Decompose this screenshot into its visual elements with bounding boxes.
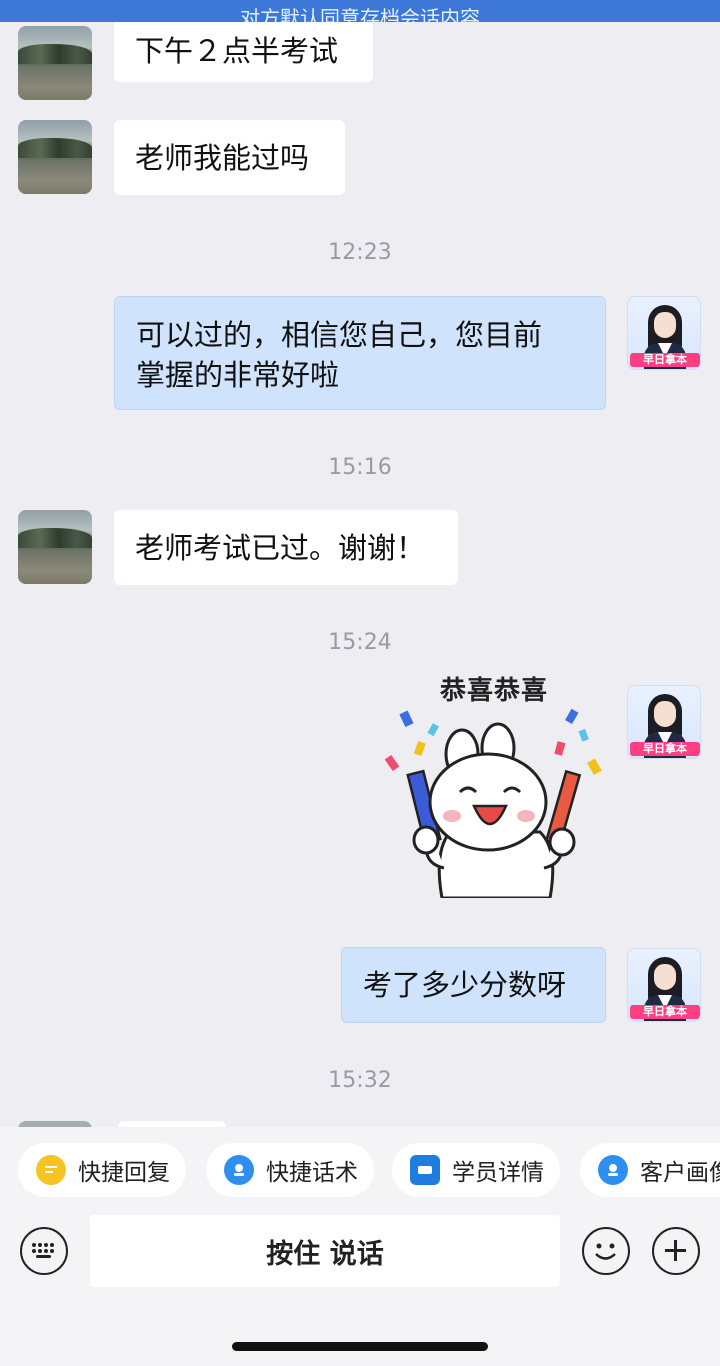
message-text-line: 掌握的非常好啦 — [136, 358, 340, 392]
student-detail-chip[interactable]: 学员详情 — [392, 1143, 560, 1197]
message-bubble[interactable]: 考了多少分数呀 — [341, 947, 606, 1023]
sticker-caption: 恭喜恭喜 — [440, 676, 549, 706]
chip-label: 快捷回复 — [78, 1160, 170, 1186]
avatar-tag: 早日拿本 — [630, 742, 700, 756]
chip-label: 客户画像 — [640, 1160, 720, 1186]
contact-avatar[interactable] — [18, 26, 92, 100]
emoji-icon — [595, 1243, 616, 1260]
contact-avatar[interactable] — [18, 510, 92, 584]
message-text-line: 可以过的，相信您自己，您目前 — [136, 318, 543, 352]
input-row: 按住 说话 — [0, 1215, 720, 1287]
keyboard-icon — [32, 1243, 54, 1258]
message-text: 老师考试已过。谢谢！ — [135, 530, 426, 565]
avatar-tag: 早日拿本 — [630, 1005, 700, 1019]
avatar-tag: 早日拿本 — [630, 353, 700, 367]
chip-label: 快捷话术 — [266, 1160, 358, 1186]
keyboard-toggle-button[interactable] — [20, 1227, 68, 1275]
archive-notice-banner: 对方默认同意存档会话内容 — [0, 0, 720, 22]
script-icon — [224, 1155, 254, 1185]
message-text: 下午２点半考试 — [135, 34, 339, 68]
home-indicator[interactable] — [232, 1342, 488, 1351]
input-toolbar: 快捷回复 快捷话术 学员详情 客户画像 — [0, 1127, 720, 1366]
contact-avatar[interactable] — [18, 120, 92, 194]
emoji-button[interactable] — [582, 1227, 630, 1275]
quick-reply-icon — [36, 1155, 66, 1185]
archive-notice-text: 对方默认同意存档会话内容 — [240, 6, 480, 22]
message-bubble[interactable]: 老师考试已过。谢谢！ — [114, 510, 458, 585]
customer-profile-chip[interactable]: 客户画像 — [580, 1143, 720, 1197]
plus-icon — [665, 1240, 686, 1261]
message-text: 考了多少分数呀 — [363, 968, 567, 1002]
message-bubble[interactable]: 下午２点半考试 — [114, 22, 373, 82]
message-bubble[interactable]: 可以过的，相信您自己，您目前 掌握的非常好啦 — [114, 296, 606, 410]
agent-avatar[interactable]: 早日拿本 — [627, 296, 701, 370]
agent-avatar[interactable]: 早日拿本 — [627, 948, 701, 1022]
quick-action-bar: 快捷回复 快捷话术 学员详情 客户画像 — [18, 1143, 720, 1197]
customer-profile-icon — [598, 1155, 628, 1185]
message-bubble[interactable]: 老师我能过吗 — [114, 120, 345, 195]
quick-reply-chip[interactable]: 快捷回复 — [18, 1143, 186, 1197]
timestamp: 15:24 — [328, 630, 392, 655]
more-actions-button[interactable] — [652, 1227, 700, 1275]
chat-area[interactable]: 下午２点半考试 老师我能过吗 12:23 可以过的，相信您自己，您目前 掌握的非… — [0, 22, 720, 1127]
hold-to-talk-button[interactable]: 按住 说话 — [90, 1215, 560, 1287]
agent-avatar[interactable]: 早日拿本 — [627, 685, 701, 759]
timestamp: 15:32 — [328, 1068, 392, 1093]
script-chip[interactable]: 快捷话术 — [206, 1143, 374, 1197]
message-text: 老师我能过吗 — [135, 140, 310, 175]
chip-label: 学员详情 — [452, 1160, 544, 1186]
student-detail-icon — [410, 1155, 440, 1185]
timestamp: 15:16 — [328, 455, 392, 480]
timestamp: 12:23 — [328, 240, 392, 265]
